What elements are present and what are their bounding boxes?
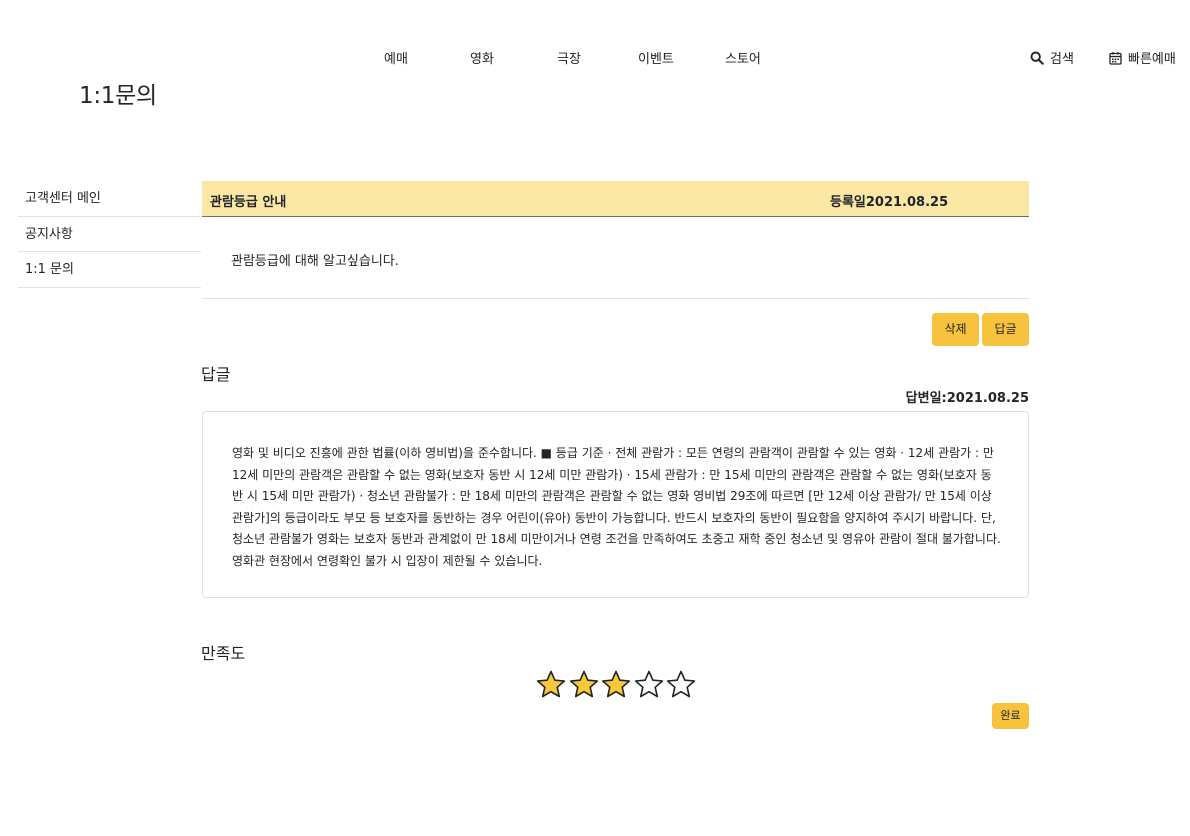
star-empty-icon[interactable] [665,669,697,701]
question-header: 관람등급 안내 등록일2021.08.25 [202,181,1029,217]
answer-content: 영화 및 비디오 진흥에 관한 법률(이하 영비법)을 준수합니다. ■ 등급 … [232,446,1001,568]
reply-date: 답변일:2021.08.25 [905,391,1029,406]
star-empty-icon[interactable] [633,669,665,701]
question-content: 관람등급에 대해 알고싶습니다. [231,254,399,269]
quick-booking-label: 빠른예매 [1128,52,1176,67]
sidebar-item-cs-main[interactable]: 고객센터 메인 [18,181,201,217]
nav-item-booking[interactable]: 예매 [384,48,408,67]
sidebar-item-inquiry[interactable]: 1:1 문의 [18,252,201,288]
answer-box: 영화 및 비디오 진흥에 관한 법률(이하 영비법)을 준수합니다. ■ 등급 … [202,411,1029,598]
nav-item-theaters[interactable]: 극장 [557,48,581,67]
star-rating[interactable] [535,669,698,701]
search-link[interactable]: 검색 [1030,48,1074,67]
nav-item-store[interactable]: 스토어 [725,48,761,67]
star-filled-icon[interactable] [568,669,600,701]
page-title: 1:1문의 [79,83,157,109]
question-title: 관람등급 안내 [210,195,287,210]
question-body: 관람등급에 대해 알고싶습니다. [202,217,1029,299]
star-filled-icon[interactable] [600,669,632,701]
top-navigation: 예매 영화 극장 이벤트 스토어 검색 빠른예매 [0,48,1190,68]
question-date: 등록일2021.08.25 [830,195,949,210]
quick-booking-link[interactable]: 빠른예매 [1109,48,1176,67]
sidebar-item-notices[interactable]: 공지사항 [18,217,201,252]
star-filled-icon[interactable] [535,669,567,701]
delete-button[interactable]: 삭제 [932,313,979,346]
satisfaction-title: 만족도 [201,644,246,663]
sidebar: 고객센터 메인 공지사항 1:1 문의 [18,181,201,288]
done-button[interactable]: 완료 [992,703,1029,729]
nav-item-events[interactable]: 이벤트 [638,48,674,67]
calendar-icon [1109,51,1122,65]
search-icon [1030,51,1044,65]
nav-item-movies[interactable]: 영화 [470,48,494,67]
reply-button[interactable]: 답글 [982,313,1029,346]
search-label: 검색 [1050,52,1074,67]
reply-section-title: 답글 [201,365,231,384]
